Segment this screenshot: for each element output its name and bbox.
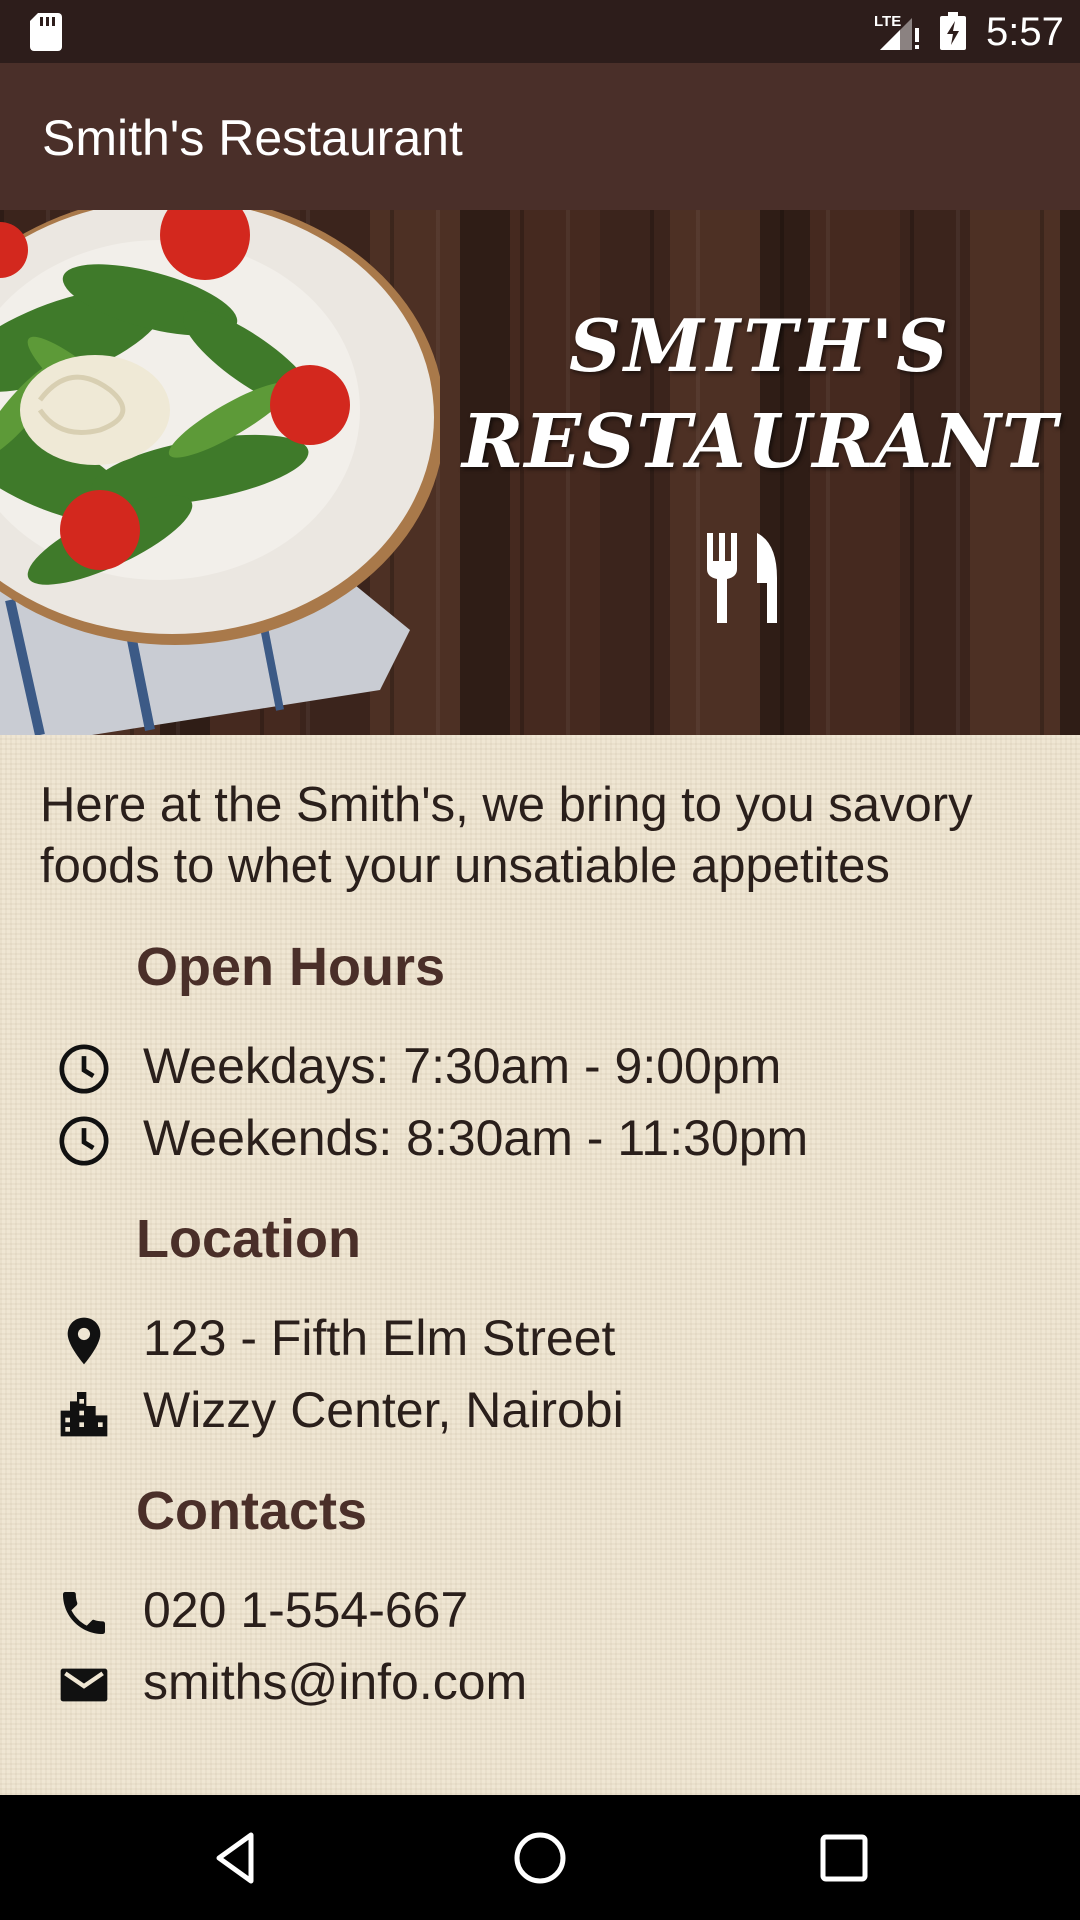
home-icon[interactable] [509, 1827, 571, 1889]
svg-text:LTE: LTE [874, 13, 901, 30]
battery-charging-icon [940, 12, 966, 50]
brand-line-2: RESTAURANT [462, 399, 1058, 485]
list-item-weekends: Weekends: 8:30am - 11:30pm [56, 1106, 1036, 1170]
contacts-heading: Contacts [136, 1481, 368, 1541]
location-pin-icon [67, 1317, 101, 1365]
salad-plate-image [0, 210, 440, 735]
app-bar: Smith's Restaurant [0, 63, 1080, 210]
list-item-phone[interactable]: 020 1-554-667 [56, 1578, 1036, 1642]
clock-icon [59, 1116, 109, 1166]
status-time: 5:57 [986, 10, 1064, 54]
cutlery-icon [707, 533, 777, 623]
brand-line-1: SMITH'S [568, 303, 952, 388]
open-hours-heading: Open Hours [136, 937, 446, 997]
intro-text: Here at the Smith's, we bring to you sav… [40, 778, 973, 893]
list-item-weekdays: Weekdays: 7:30am - 9:00pm [56, 1034, 1036, 1098]
list-item-email[interactable]: smiths@info.com [56, 1650, 1036, 1714]
restaurant-banner: SMITH'S RESTAURANT [0, 210, 1080, 735]
weekdays-hours: Weekdays: 7:30am - 9:00pm [143, 1038, 782, 1094]
sd-card-icon [30, 13, 62, 51]
banner-brand-text: SMITH'S RESTAURANT [440, 300, 1080, 492]
email-address[interactable]: smiths@info.com [143, 1650, 527, 1714]
clock-icon [59, 1044, 109, 1094]
list-item-street: 123 - Fifth Elm Street [56, 1306, 1036, 1370]
lte-signal-icon: LTE [874, 13, 919, 50]
content-area: Here at the Smith's, we bring to you sav… [0, 735, 1080, 1795]
recents-icon[interactable] [813, 1827, 875, 1889]
weekends-hours: Weekends: 8:30am - 11:30pm [143, 1110, 809, 1166]
phone-number[interactable]: 020 1-554-667 [143, 1578, 468, 1642]
back-icon[interactable] [205, 1827, 267, 1889]
email-icon [60, 1668, 108, 1702]
navigation-bar [0, 1795, 1080, 1920]
phone-icon [63, 1592, 105, 1634]
app-title: Smith's Restaurant [42, 110, 463, 166]
city-icon [60, 1392, 108, 1437]
status-bar: LTE 5:57 [0, 0, 1080, 63]
center-address: Wizzy Center, Nairobi [143, 1382, 624, 1438]
street-address: 123 - Fifth Elm Street [143, 1310, 616, 1366]
list-item-center: Wizzy Center, Nairobi [56, 1378, 1036, 1442]
location-heading: Location [136, 1209, 361, 1269]
